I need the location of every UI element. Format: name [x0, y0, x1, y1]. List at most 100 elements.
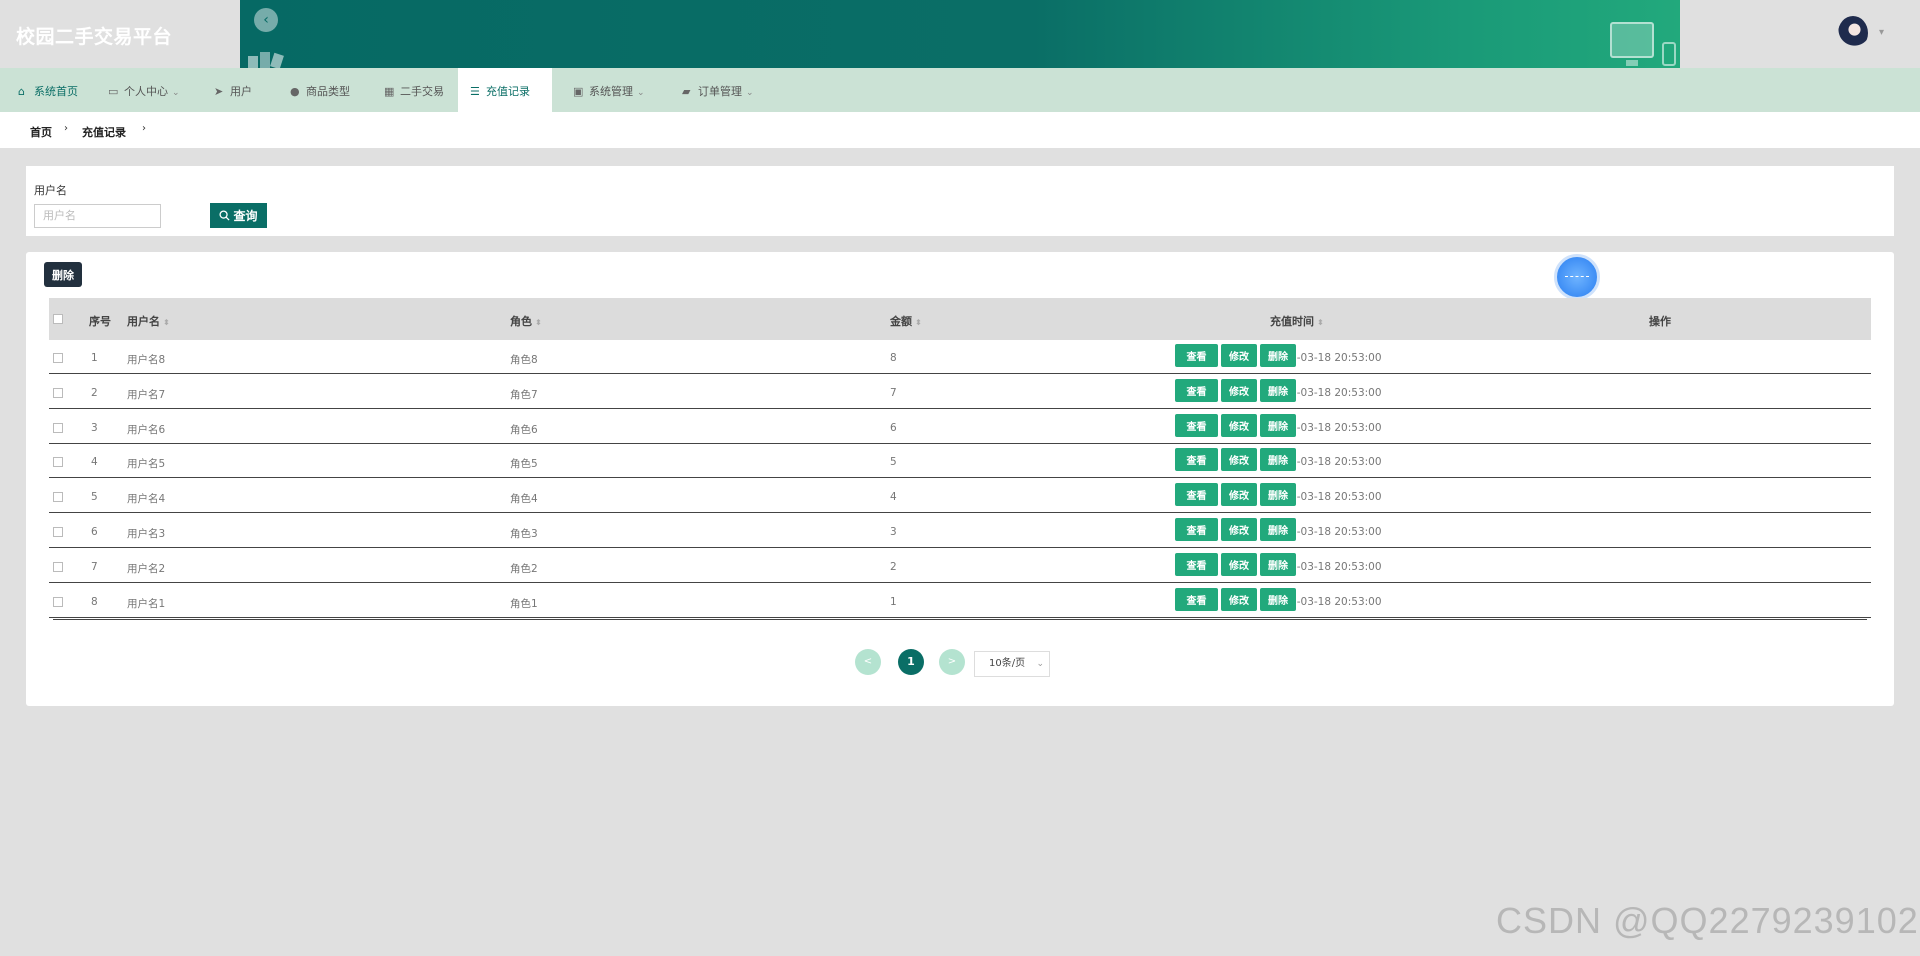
edit-button[interactable]: 修改 [1221, 344, 1257, 367]
column-header-username[interactable]: 用户名 ⬍ [127, 313, 170, 329]
delete-button[interactable]: 删除 [1260, 413, 1296, 437]
column-header-label: 用户名 [127, 315, 160, 328]
table-row[interactable]: 7 用户名2 角色2 2 2025-03-18 20:53:00 查看 修改 删除 [49, 549, 1871, 583]
table-row[interactable]: 4 用户名5 角色5 5 2025-03-18 20:53:00 查看 修改 删除 [49, 444, 1871, 479]
column-header-role[interactable]: 角色 ⬍ [510, 313, 542, 329]
cell-amount: 3 [890, 526, 897, 538]
table-row[interactable]: 5 用户名4 角色4 4 2025-03-18 20:53:00 查看 修改 删除 [49, 479, 1871, 514]
row-checkbox[interactable] [53, 353, 63, 363]
cell-role: 角色6 [510, 423, 538, 436]
page-size-select[interactable]: 10条/页 ⌄ [974, 651, 1050, 677]
sort-icon[interactable]: ⬍ [163, 318, 170, 327]
cell-username: 用户名4 [127, 493, 166, 506]
cell-username: 用户名2 [127, 562, 166, 575]
select-all-checkbox[interactable] [53, 314, 63, 324]
nav-item-order-management[interactable]: ▰ 订单管理 ⌄ [670, 68, 766, 112]
chevron-left-icon[interactable]: ‹ [254, 8, 278, 32]
nav-item-recharge-records[interactable]: ☰ 充值记录 [458, 68, 552, 112]
card-icon: ▭ [108, 85, 119, 98]
list-icon: ☰ [470, 85, 480, 98]
cell-amount: 1 [890, 595, 897, 608]
avatar-chevron-down-icon[interactable]: ▾ [1879, 27, 1884, 38]
row-actions: 查看 修改 删除 [1175, 413, 1296, 437]
cell-role: 角色2 [510, 562, 538, 575]
column-header-recharge-time[interactable]: 充值时间 ⬍ [1270, 313, 1324, 329]
edit-button[interactable]: 修改 [1221, 587, 1257, 611]
row-actions: 查看 修改 删除 [1175, 552, 1296, 576]
pagination-page-1[interactable]: 1 [898, 649, 924, 675]
header-banner: ‹ [240, 0, 1680, 68]
row-checkbox[interactable] [53, 422, 63, 433]
edit-button[interactable]: 修改 [1221, 552, 1257, 576]
delete-button[interactable]: 删除 [1260, 587, 1296, 611]
table-row[interactable]: 6 用户名3 角色3 3 2025-03-18 20:53:00 查看 修改 删除 [49, 514, 1871, 548]
cell-username: 用户名6 [127, 423, 166, 436]
table-row[interactable]: 3 用户名6 角色6 6 2025-03-18 20:53:00 查看 修改 删除 [49, 410, 1871, 444]
delete-button[interactable]: 删除 [1260, 378, 1296, 402]
monitor-icon [1610, 22, 1654, 66]
chevron-down-icon: ⌄ [746, 88, 754, 98]
row-checkbox[interactable] [53, 596, 63, 607]
sort-icon[interactable]: ⬍ [535, 318, 542, 327]
row-checkbox[interactable] [53, 561, 63, 572]
view-button[interactable]: 查看 [1175, 413, 1218, 437]
delete-button[interactable]: 删除 [1260, 518, 1296, 541]
clipboard-icon: ▣ [573, 85, 584, 98]
edit-button[interactable]: 修改 [1221, 448, 1257, 472]
cell-index: 8 [91, 595, 98, 608]
view-button[interactable]: 查看 [1175, 587, 1218, 611]
cell-index: 4 [91, 456, 98, 469]
cell-username: 用户名8 [127, 354, 166, 366]
table-row[interactable]: 2 用户名7 角色7 7 2025-03-18 20:53:00 查看 修改 删除 [49, 375, 1871, 409]
view-button[interactable]: 查看 [1175, 518, 1218, 541]
row-checkbox[interactable] [53, 387, 63, 398]
nav-item-second-hand[interactable]: ▦ 二手交易 [372, 68, 456, 112]
sort-icon[interactable]: ⬍ [915, 318, 922, 327]
nav-item-label: 二手交易 [400, 85, 444, 98]
sort-icon[interactable]: ⬍ [1317, 318, 1324, 327]
edit-button[interactable]: 修改 [1221, 413, 1257, 437]
view-button[interactable]: 查看 [1175, 483, 1218, 507]
pagination-prev-button[interactable]: < [855, 649, 881, 675]
table-row[interactable]: 8 用户名1 角色1 1 2025-03-18 20:53:00 查看 修改 删除 [49, 584, 1871, 618]
books-icon [248, 52, 284, 68]
cell-amount: 6 [890, 421, 897, 434]
view-button[interactable]: 查看 [1175, 344, 1218, 367]
row-actions: 查看 修改 删除 [1175, 378, 1296, 402]
cell-username: 用户名3 [127, 528, 166, 540]
nav-item-system-management[interactable]: ▣ 系统管理 ⌄ [561, 68, 657, 112]
cell-username: 用户名1 [127, 597, 166, 610]
edit-button[interactable]: 修改 [1221, 483, 1257, 507]
phone-icon [1662, 42, 1676, 66]
chevron-right-icon: › [64, 123, 68, 134]
row-actions: 查看 修改 删除 [1175, 518, 1296, 541]
row-checkbox[interactable] [53, 492, 63, 503]
nav-item-users[interactable]: ➤ 用户 [202, 68, 264, 112]
column-header-label: 角色 [510, 315, 532, 328]
table-row[interactable]: 1 用户名8 角色8 8 2025-03-18 20:53:00 查看 修改 删除 [49, 340, 1871, 374]
breadcrumb-home[interactable]: 首页 [30, 124, 52, 140]
delete-button[interactable]: 删除 [1260, 448, 1296, 472]
bulk-delete-button[interactable]: 删除 [44, 262, 82, 287]
delete-button[interactable]: 删除 [1260, 483, 1296, 507]
edit-button[interactable]: 修改 [1221, 378, 1257, 402]
row-checkbox[interactable] [53, 527, 63, 537]
edit-button[interactable]: 修改 [1221, 518, 1257, 541]
view-button[interactable]: 查看 [1175, 552, 1218, 576]
nav-item-personal-center[interactable]: ▭ 个人中心 ⌄ [96, 68, 192, 112]
pagination-next-button[interactable]: > [939, 649, 965, 675]
nav-item-product-types[interactable]: ● 商品类型 [278, 68, 362, 112]
delete-button[interactable]: 删除 [1260, 344, 1296, 367]
search-button[interactable]: 查询 [210, 203, 267, 228]
username-search-input[interactable] [34, 204, 161, 228]
avatar[interactable] [1838, 16, 1868, 50]
row-checkbox[interactable] [53, 457, 63, 468]
row-actions: 查看 修改 删除 [1175, 587, 1296, 611]
breadcrumb-current[interactable]: 充值记录 [82, 124, 126, 140]
column-header-amount[interactable]: 金额 ⬍ [890, 313, 922, 329]
cell-index: 3 [91, 421, 98, 434]
delete-button[interactable]: 删除 [1260, 552, 1296, 576]
nav-item-home[interactable]: ⌂ 系统首页 [6, 68, 90, 112]
view-button[interactable]: 查看 [1175, 448, 1218, 472]
view-button[interactable]: 查看 [1175, 378, 1218, 402]
